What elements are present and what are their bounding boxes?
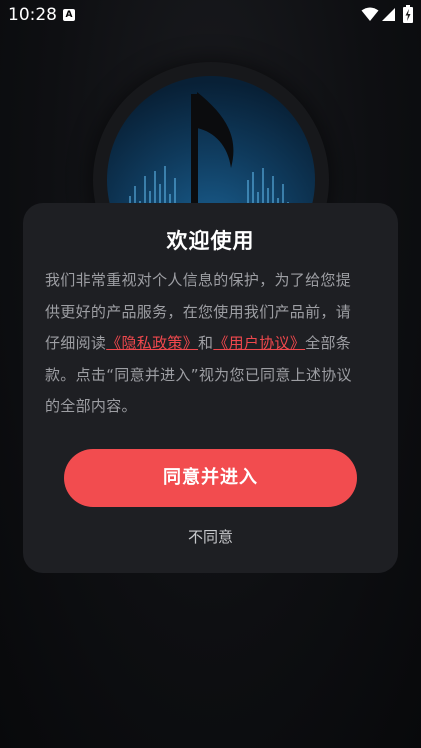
privacy-dialog: 欢迎使用 我们非常重视对个人信息的保护，为了给您提 供更好的产品服务，在您使用我…	[23, 203, 398, 573]
privacy-policy-link[interactable]: 《隐私政策》	[106, 334, 198, 352]
body-line-3-prefix: 仔细阅读	[45, 334, 107, 352]
agree-button[interactable]: 同意并进入	[64, 449, 357, 507]
body-line-3-middle: 和	[198, 334, 214, 352]
body-line-5: 的全部内容。	[45, 397, 137, 415]
body-line-3-suffix: 全部条	[305, 334, 352, 352]
body-line-3: 仔细阅读《隐私政策》和《用户协议》全部条	[45, 328, 375, 360]
dialog-body: 我们非常重视对个人信息的保护，为了给您提 供更好的产品服务，在您使用我们产品前，…	[45, 265, 375, 423]
body-line-2: 供更好的产品服务，在您使用我们产品前，请	[45, 302, 352, 321]
status-bar: 10:28 A	[0, 0, 421, 30]
status-time: 10:28	[8, 5, 57, 25]
user-agreement-link[interactable]: 《用户协议》	[213, 334, 305, 352]
signal-icon	[381, 7, 396, 26]
notification-icon: A	[63, 9, 75, 21]
body-line-1: 我们非常重视对个人信息的保护，为了给您提	[45, 271, 352, 289]
disagree-button[interactable]: 不同意	[153, 525, 268, 549]
dialog-title: 欢迎使用	[166, 229, 255, 253]
wifi-icon	[361, 7, 379, 26]
battery-icon	[403, 5, 413, 27]
body-line-4: 款。点击“同意并进入”视为您已同意上述协议	[45, 365, 352, 384]
